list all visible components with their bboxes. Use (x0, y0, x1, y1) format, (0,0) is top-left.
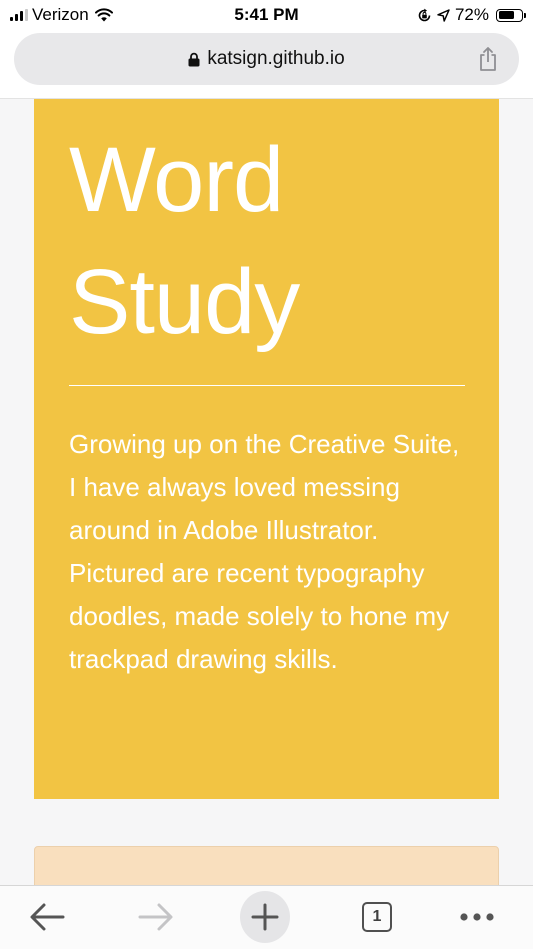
orientation-lock-icon (418, 8, 431, 21)
title-line-2: Study (69, 251, 300, 353)
forward-button[interactable] (131, 892, 181, 942)
new-tab-button[interactable] (240, 891, 290, 943)
hero-card: Word Study Growing up on the Creative Sui… (34, 99, 499, 799)
share-icon[interactable] (477, 46, 499, 72)
more-button[interactable] (452, 892, 502, 942)
back-button[interactable] (22, 892, 72, 942)
battery-icon (496, 8, 526, 22)
tab-count: 1 (372, 908, 382, 925)
browser-toolbar: 1 (0, 885, 533, 949)
lock-icon (188, 52, 200, 66)
more-icon (460, 913, 494, 921)
tabs-icon: 1 (362, 902, 392, 932)
tabs-button[interactable]: 1 (352, 892, 402, 942)
battery-percent: 72% (454, 5, 489, 24)
new-tab-icon (251, 903, 279, 931)
url-text: katsign.github.io (207, 48, 345, 69)
hero-divider (69, 385, 465, 386)
status-right: 72% (417, 5, 526, 25)
back-arrow-icon (30, 903, 65, 931)
next-project-card[interactable] (34, 846, 499, 886)
new-tab-circle (240, 891, 290, 943)
hero-description: Growing up on the Creative Suite, I have… (69, 429, 460, 674)
url-display[interactable]: katsign.github.io (14, 33, 519, 85)
web-page: Word Study Growing up on the Creative Sui… (0, 98, 533, 886)
page-title: Word Study (69, 119, 300, 363)
location-icon (437, 8, 450, 22)
forward-arrow-icon (138, 903, 173, 931)
status-bar: Verizon 5:41 PM 72% (0, 0, 533, 30)
address-bar[interactable]: katsign.github.io (14, 33, 519, 85)
title-line-1: Word (69, 129, 284, 231)
battery-fill (498, 11, 515, 19)
